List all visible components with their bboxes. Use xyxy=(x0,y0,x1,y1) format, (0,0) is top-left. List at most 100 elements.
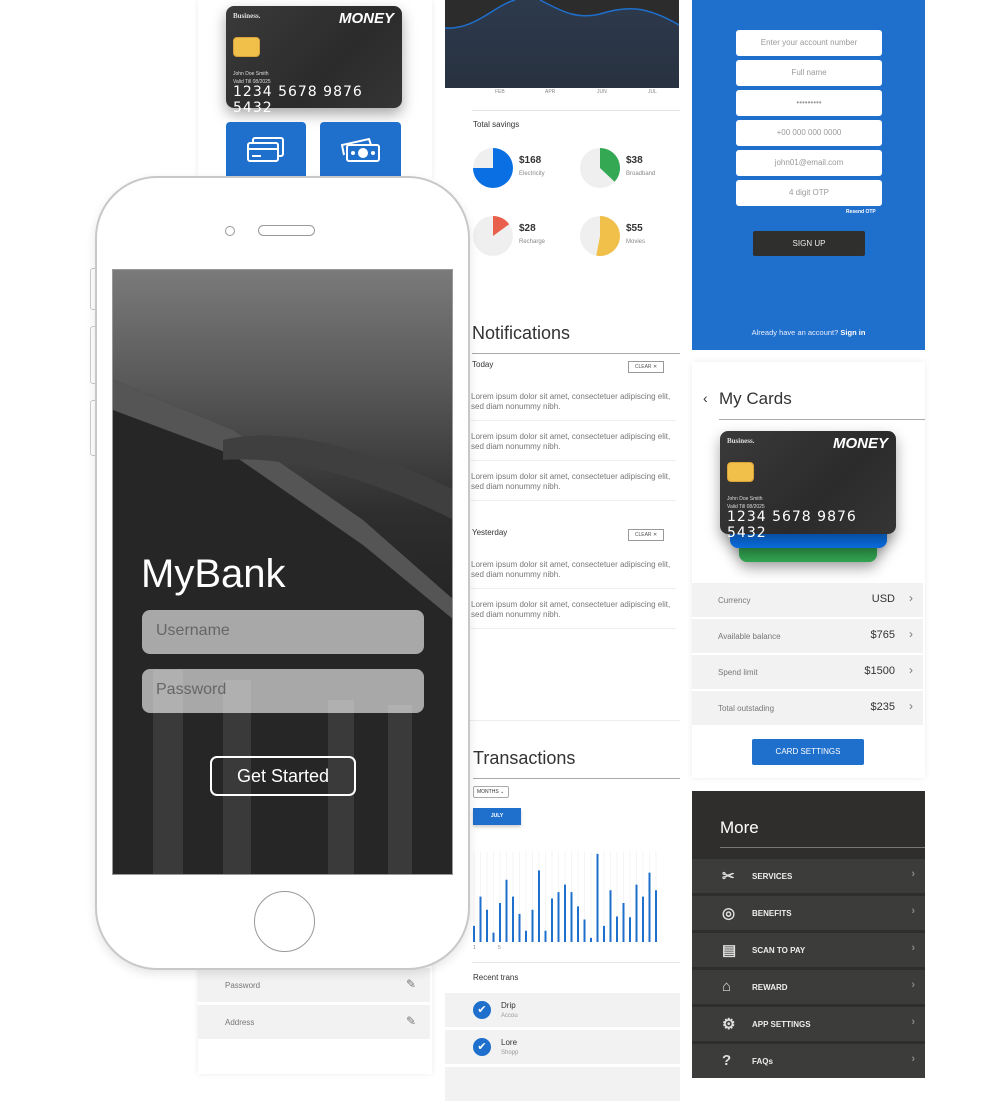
signup-field[interactable]: +00 000 000 0000 xyxy=(736,120,882,146)
chevron-right-icon: › xyxy=(911,1053,915,1065)
divider xyxy=(472,353,680,354)
signup-field[interactable]: Full name xyxy=(736,60,882,86)
x-label: JUL xyxy=(648,89,657,95)
resend-otp-link[interactable]: Resend OTP xyxy=(846,209,876,215)
home-button[interactable] xyxy=(254,891,315,952)
bar xyxy=(642,896,644,942)
transaction-row[interactable]: ✔ Lore Shopp xyxy=(445,1030,680,1064)
row-value: $765 xyxy=(870,629,895,641)
cards-tile[interactable] xyxy=(226,122,306,178)
notification-item[interactable]: Lorem ipsum dolor sit amet, consectetuer… xyxy=(471,472,676,501)
chevron-right-icon: › xyxy=(911,868,915,880)
notification-item[interactable]: Lorem ipsum dolor sit amet, consectetuer… xyxy=(471,560,676,589)
period-select[interactable]: MONTHS ⌄ xyxy=(473,786,509,798)
pencil-icon[interactable]: ✎ xyxy=(406,977,416,991)
clear-button[interactable]: CLEAR ✕ xyxy=(628,361,664,373)
savings-pie xyxy=(580,216,620,256)
notification-item[interactable]: Lorem ipsum dolor sit amet, consectetuer… xyxy=(471,392,676,421)
chevron-down-icon: ⌄ xyxy=(500,789,505,795)
credit-card[interactable]: Business. MONEY John Doe Smith Valid Till… xyxy=(720,431,896,541)
more-item[interactable]: ✂ SERVICES › xyxy=(692,859,925,893)
card-detail-row[interactable]: Available balance $765 › xyxy=(692,619,923,653)
chevron-right-icon: › xyxy=(909,591,913,605)
month-button[interactable]: JULY xyxy=(473,808,521,825)
clear-button[interactable]: CLEAR ✕ xyxy=(628,529,664,541)
credit-card[interactable]: Business. MONEY John Doe Smith Valid Till… xyxy=(226,6,402,116)
savings-amount: $168 xyxy=(519,155,542,166)
more-item[interactable]: ⚙ APP SETTINGS › xyxy=(692,1007,925,1041)
login-screen: MyBank Username Password Get Started xyxy=(112,269,453,875)
card-number: 1234 5678 9876 5432 xyxy=(233,84,363,116)
bar xyxy=(590,937,592,942)
more-title: More xyxy=(720,818,759,837)
profile-row-address[interactable]: Address ✎ xyxy=(198,1005,430,1039)
x-tick-label: 5 xyxy=(498,945,501,950)
prompt-text: Already have an account? xyxy=(751,328,839,337)
card-detail-row[interactable]: Spend limit $1500 › xyxy=(692,655,923,689)
username-input[interactable]: Username xyxy=(142,610,424,654)
row-value: USD xyxy=(871,593,895,605)
item-label: APP SETTINGS xyxy=(752,1020,811,1029)
divider xyxy=(472,962,680,963)
cash-tile[interactable] xyxy=(320,122,401,178)
row-value: $1500 xyxy=(864,665,895,677)
speaker-grille xyxy=(258,225,315,236)
group-label: Yesterday xyxy=(472,528,508,537)
password-input[interactable]: Password xyxy=(142,669,424,713)
signup-button[interactable]: SIGN UP xyxy=(753,231,865,256)
row-label: Password xyxy=(225,981,261,990)
bar xyxy=(518,913,521,942)
pencil-icon[interactable]: ✎ xyxy=(406,1014,416,1028)
signup-field[interactable]: ••••••••• xyxy=(736,90,882,116)
check-icon: ✔ xyxy=(473,1038,491,1056)
area-chart-svg xyxy=(445,0,679,29)
signup-field[interactable]: john01@email.com xyxy=(736,150,882,176)
clear-label: CLEAR xyxy=(634,364,652,370)
chevron-right-icon: › xyxy=(911,942,915,954)
notification-item[interactable]: Lorem ipsum dolor sit amet, consectetuer… xyxy=(471,432,676,461)
x-label: JUN xyxy=(597,89,607,95)
card-settings-button[interactable]: CARD SETTINGS xyxy=(752,739,864,765)
card-issuer: Business. xyxy=(233,12,261,20)
help-icon: ? xyxy=(722,1052,732,1069)
card-detail-row[interactable]: Currency USD › xyxy=(692,583,923,617)
item-label: SERVICES xyxy=(752,872,793,881)
more-item[interactable]: ◎ BENEFITS › xyxy=(692,896,925,930)
savings-label: Electricity xyxy=(519,171,545,177)
notifications-title: Notifications xyxy=(472,323,571,343)
row-value: $235 xyxy=(870,701,895,713)
profile-row-password[interactable]: Password ✎ xyxy=(198,968,430,1002)
more-item[interactable]: ▤ SCAN TO PAY › xyxy=(692,933,925,967)
more-item[interactable]: ⌂ REWARD › xyxy=(692,970,925,1004)
chip-icon xyxy=(727,462,754,482)
chevron-right-icon: › xyxy=(909,627,913,641)
credit-cards-icon xyxy=(247,137,284,162)
savings-amount: $55 xyxy=(626,223,643,234)
more-item[interactable]: ? FAQs › xyxy=(692,1044,925,1078)
item-label: SCAN TO PAY xyxy=(752,946,806,955)
signup-field[interactable]: Enter your account number xyxy=(736,30,882,56)
transaction-sub: Accou xyxy=(501,1013,518,1019)
divider xyxy=(719,419,925,420)
signup-field[interactable]: 4 digit OTP xyxy=(736,180,882,206)
group-label: Today xyxy=(472,360,494,369)
back-chevron-icon[interactable]: ‹ xyxy=(703,390,708,406)
bar xyxy=(499,903,501,942)
gear-icon: ⚙ xyxy=(722,1016,736,1033)
bar xyxy=(570,892,573,942)
savings-label: Recharge xyxy=(519,239,546,245)
x-label: APR xyxy=(545,89,556,95)
transaction-row[interactable] xyxy=(445,1067,680,1101)
card-brand: MONEY xyxy=(832,435,888,452)
transactions-title: Transactions xyxy=(473,748,576,768)
notification-item[interactable]: Lorem ipsum dolor sit amet, consectetuer… xyxy=(471,600,676,629)
chevron-right-icon: › xyxy=(909,663,913,677)
signin-link[interactable]: Sign in xyxy=(840,328,865,337)
chevron-right-icon: › xyxy=(911,1016,915,1028)
get-started-button[interactable]: Get Started xyxy=(210,756,356,796)
card-detail-row[interactable]: Total outstading $235 › xyxy=(692,691,923,725)
item-label: FAQs xyxy=(752,1057,773,1066)
savings-pie xyxy=(580,148,620,188)
transaction-row[interactable]: ✔ Drip Accou xyxy=(445,993,680,1027)
area-chart xyxy=(445,0,679,88)
